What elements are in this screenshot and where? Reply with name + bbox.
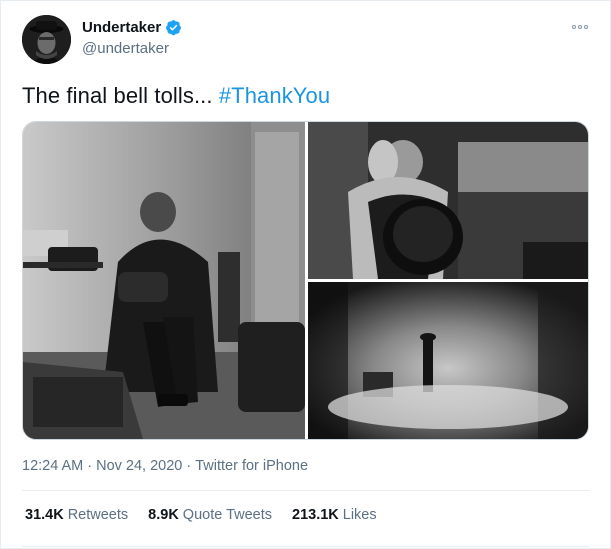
tweet-card: Undertaker @undertaker The final bell to… xyxy=(0,0,611,549)
quote-tweets-label: Quote Tweets xyxy=(182,507,272,523)
photo-fog-entrance[interactable] xyxy=(308,282,588,439)
quote-tweets-count: 8.9K xyxy=(148,507,179,523)
tweet-stats: 31.4K Retweets 8.9K Quote Tweets 213.1K … xyxy=(25,507,377,523)
likes-count: 213.1K xyxy=(292,507,339,523)
author-handle[interactable]: @undertaker xyxy=(82,40,169,57)
tweet-body-text: The final bell tolls... xyxy=(22,83,219,108)
retweets-stat[interactable]: 31.4K Retweets xyxy=(25,507,128,523)
likes-label: Likes xyxy=(342,507,377,523)
retweets-count: 31.4K xyxy=(25,507,64,523)
divider xyxy=(22,490,589,491)
meta-separator: · xyxy=(87,458,93,474)
tweet-date[interactable]: Nov 24, 2020 xyxy=(96,458,182,474)
divider xyxy=(22,546,589,547)
retweets-label: Retweets xyxy=(67,507,129,523)
media-grid xyxy=(22,121,589,440)
author-avatar[interactable] xyxy=(22,15,71,64)
meta-separator: · xyxy=(186,458,192,474)
author-display-name[interactable]: Undertaker xyxy=(82,19,161,36)
hashtag-link[interactable]: #ThankYou xyxy=(219,83,330,108)
more-options-icon[interactable] xyxy=(572,25,588,29)
tweet-text: The final bell tolls... #ThankYou xyxy=(22,83,330,109)
likes-stat[interactable]: 213.1K Likes xyxy=(292,507,377,523)
verified-badge-icon xyxy=(165,19,182,36)
tweet-time[interactable]: 12:24 AM xyxy=(22,458,83,474)
quote-tweets-stat[interactable]: 8.9K Quote Tweets xyxy=(148,507,272,523)
photo-locker-room[interactable] xyxy=(23,122,305,439)
tweet-metadata: 12:24 AM · Nov 24, 2020 · Twitter for iP… xyxy=(22,458,308,474)
author-name-row: Undertaker xyxy=(82,19,182,36)
avatar-image xyxy=(22,15,71,64)
photo-embrace-hat[interactable] xyxy=(308,122,588,279)
tweet-source[interactable]: Twitter for iPhone xyxy=(195,458,308,474)
